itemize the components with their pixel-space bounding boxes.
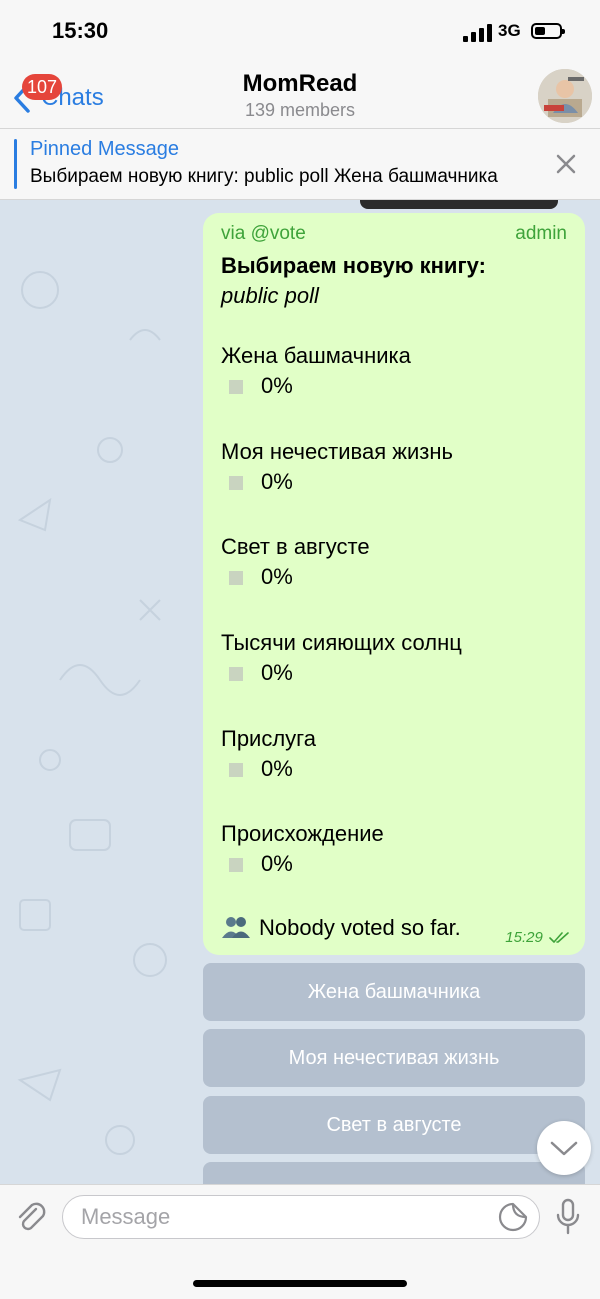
pinned-accent-bar (14, 139, 17, 189)
poll-option-label: Тысячи сияющих солнц (221, 630, 462, 655)
poll-option: Тысячи сияющих солнц 0% (221, 630, 571, 694)
home-indicator[interactable] (193, 1280, 407, 1287)
poll-option-percent: 0% (261, 851, 293, 876)
avatar-image (538, 69, 592, 123)
via-bot-label[interactable]: via @vote (221, 223, 306, 245)
pinned-text: Выбираем новую книгу: public poll Жена б… (30, 166, 498, 187)
previous-message-tail (360, 200, 558, 209)
battery-icon (531, 23, 565, 39)
double-check-icon (549, 932, 569, 943)
result-bar-icon (229, 858, 243, 872)
people-icon (222, 917, 250, 938)
poll-option-label: Происхождение (221, 821, 384, 846)
result-bar-icon (229, 380, 243, 394)
poll-message[interactable]: via @vote admin Выбираем новую книгу: pu… (203, 213, 585, 955)
message-time-text: 15:29 (505, 929, 543, 946)
group-avatar[interactable] (538, 69, 592, 123)
result-bar-icon (229, 763, 243, 777)
members-count: 139 members (244, 100, 356, 120)
network-type: 3G (498, 21, 521, 40)
poll-option: Прислуга 0% (221, 726, 571, 790)
poll-option-percent: 0% (261, 373, 293, 398)
poll-option-percent: 0% (261, 660, 293, 685)
inline-vote-button[interactable]: Свет в августе (203, 1096, 585, 1154)
poll-option-percent: 0% (261, 469, 293, 494)
poll-option: Происхождение 0% (221, 821, 571, 885)
scroll-down-button[interactable] (537, 1121, 591, 1175)
status-bar: 15:30 3G (0, 0, 600, 62)
pinned-message[interactable]: Pinned Message Выбираем новую книгу: pub… (0, 129, 600, 200)
admin-label: admin (515, 223, 567, 244)
result-bar-icon (229, 667, 243, 681)
poll-option: Свет в августе 0% (221, 534, 571, 598)
message-time: 15:29 (505, 929, 571, 946)
inline-vote-button[interactable]: Моя нечестивая жизнь (203, 1029, 585, 1087)
poll-option-label: Свет в августе (221, 534, 370, 559)
message-composer (0, 1184, 600, 1299)
poll-option: Моя нечестивая жизнь 0% (221, 439, 571, 503)
signal-icon (463, 24, 493, 42)
close-icon[interactable] (553, 151, 579, 177)
poll-option: Жена башмачника 0% (221, 343, 571, 407)
poll-question: Выбираем новую книгу: (221, 253, 486, 278)
poll-option-percent: 0% (261, 756, 293, 781)
chat-area[interactable]: via @vote admin Выбираем новую книгу: pu… (0, 200, 600, 1184)
status-time: 15:30 (52, 18, 109, 43)
result-bar-icon (229, 476, 243, 490)
sticker-icon[interactable] (497, 1201, 529, 1233)
chevron-down-icon (550, 1141, 578, 1156)
inline-vote-button[interactable] (203, 1162, 585, 1184)
chat-header: Chats 107 MomRead 139 members (0, 62, 600, 129)
result-bar-icon (229, 571, 243, 585)
poll-option-label: Моя нечестивая жизнь (221, 439, 453, 464)
poll-option-label: Прислуга (221, 726, 316, 751)
microphone-icon[interactable] (553, 1198, 583, 1236)
pinned-title: Pinned Message (30, 138, 179, 160)
paperclip-icon[interactable] (14, 1201, 48, 1235)
inline-vote-button[interactable]: Жена башмачника (203, 963, 585, 1021)
poll-type: public poll (221, 283, 319, 308)
poll-option-percent: 0% (261, 564, 293, 589)
poll-voters: Nobody voted so far. (221, 915, 461, 941)
poll-option-label: Жена башмачника (221, 343, 411, 368)
chat-title[interactable]: MomRead (0, 70, 600, 98)
message-input[interactable] (62, 1195, 540, 1239)
voters-text: Nobody voted so far. (259, 915, 461, 940)
